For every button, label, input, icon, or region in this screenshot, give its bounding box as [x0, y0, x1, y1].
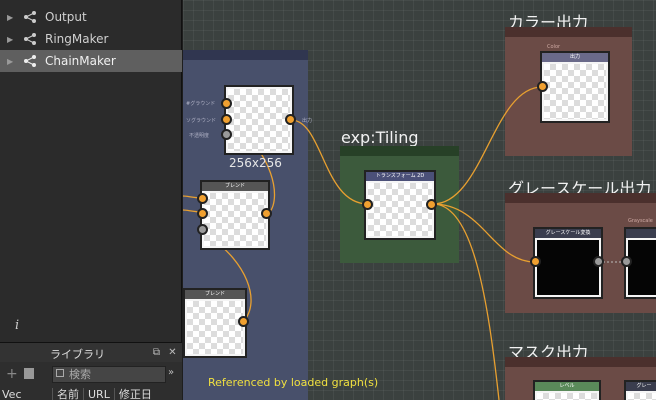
output-port[interactable] [426, 199, 437, 210]
column-header-modified[interactable]: 修正日 [113, 388, 156, 400]
output-port[interactable] [593, 256, 604, 267]
input-port-foreground[interactable] [221, 114, 232, 125]
library-toolbar: + 検索 » Vec 名前 URL 修正日 [0, 362, 182, 400]
search-placeholder: 検索 [69, 368, 91, 381]
tree-item-output[interactable]: ▶ Output [0, 6, 182, 28]
node-gray[interactable]: グレー [624, 380, 656, 400]
node-preview [544, 64, 606, 119]
document-icon[interactable] [24, 368, 34, 379]
node-title: グレー [626, 382, 656, 391]
graph-icon [24, 33, 36, 45]
library-column-headers: 名前 URL 修正日 [52, 388, 156, 400]
search-icon [56, 369, 64, 377]
close-icon[interactable]: ✕ [166, 346, 179, 359]
tree-item-label: ChainMaker [45, 54, 116, 68]
node-title [626, 229, 656, 238]
node-preview [537, 393, 597, 400]
float-panel-icon[interactable]: ⧉ [150, 346, 163, 359]
input-port[interactable] [197, 224, 208, 235]
input-port-background[interactable] [221, 98, 232, 109]
input-port[interactable] [530, 256, 541, 267]
node-header-color: Color [547, 44, 561, 50]
tree-item-label: RingMaker [45, 32, 109, 46]
node-preview [204, 193, 266, 246]
node-preview [628, 393, 656, 400]
row-fragment: Vec [2, 388, 22, 400]
node-title: トランスフォーム 2D [366, 172, 434, 181]
library-panel-header: ライブラリ ⧉ ✕ [0, 342, 182, 362]
node-levels[interactable]: レベル [533, 380, 601, 400]
info-icon[interactable]: i [15, 318, 19, 333]
node-color-output[interactable]: 出力 [540, 51, 610, 123]
input-port[interactable] [621, 256, 632, 267]
node-preview [628, 240, 656, 295]
graph-icon [24, 11, 36, 23]
status-text: Referenced by loaded graph(s) [208, 376, 379, 389]
tree-item-chainmaker[interactable]: ▶ ChainMaker [0, 50, 182, 72]
input-port-opacity[interactable] [221, 129, 232, 140]
node-title: 出力 [542, 53, 608, 62]
input-port[interactable] [362, 199, 373, 210]
graph-explorer-panel: ▶ Output ▶ RingMaker ▶ ChainMaker i ライブラ… [0, 0, 182, 400]
search-input[interactable]: 検索 [52, 366, 166, 383]
wire-tiling-to-color [432, 86, 543, 205]
input-port[interactable] [197, 193, 208, 204]
node-preview [187, 301, 243, 354]
node-preview [537, 240, 599, 295]
port-label-background: #グラウンド [186, 101, 216, 107]
output-port[interactable] [238, 316, 249, 327]
node-preview [368, 183, 432, 236]
input-port[interactable] [537, 81, 548, 92]
library-title: ライブラリ [50, 348, 105, 361]
wire-main-to-tiling [290, 119, 369, 205]
add-icon[interactable]: + [6, 366, 18, 382]
expand-arrow-icon[interactable]: ▶ [7, 57, 17, 66]
node-title: グレースケール変換 [535, 229, 601, 238]
expand-arrow-icon[interactable]: ▶ [7, 35, 17, 44]
port-label-output: 出力 [302, 118, 313, 124]
node-title: ブレンド [202, 182, 268, 191]
expand-arrow-icon[interactable]: ▶ [7, 13, 17, 22]
output-port[interactable] [285, 114, 296, 125]
node-title: ブレンド [185, 290, 245, 299]
node-header-grayscale: Grayscale [628, 218, 653, 224]
graph-icon [24, 55, 36, 67]
node-main[interactable] [224, 85, 294, 155]
node-blend-1[interactable]: ブレンド [200, 180, 270, 250]
output-port[interactable] [261, 208, 272, 219]
node-resolution: 256x256 [229, 156, 282, 170]
tree-item-ringmaker[interactable]: ▶ RingMaker [0, 28, 182, 50]
node-title: レベル [535, 382, 599, 391]
wire-tiling-to-grayscale [432, 203, 536, 263]
more-icon[interactable]: » [168, 367, 174, 378]
tree-item-label: Output [45, 10, 87, 24]
column-header-url[interactable]: URL [83, 388, 114, 400]
graph-canvas[interactable]: exp:Tiling カラー出力 グレースケール出力 マスク出力 #グラウンド … [183, 0, 656, 400]
input-port[interactable] [197, 208, 208, 219]
wire-tiling-to-mask [432, 203, 500, 400]
column-header-name[interactable]: 名前 [52, 388, 83, 400]
port-label-foreground: ソグラウンド [186, 118, 217, 124]
node-preview [228, 89, 290, 151]
port-label-opacity: 不透明度 [189, 133, 210, 139]
